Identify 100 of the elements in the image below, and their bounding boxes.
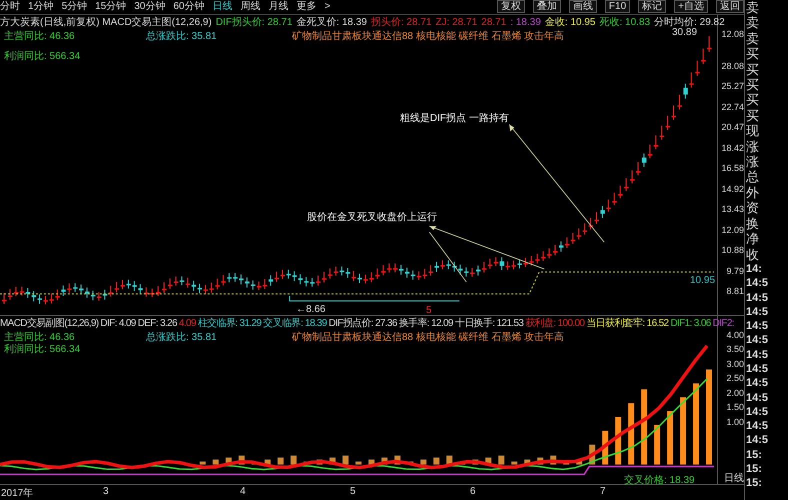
period-tab[interactable]: 15分钟 xyxy=(95,0,126,13)
indicator-readout: DIF: 4.09 xyxy=(100,318,136,330)
quote-label: 买 xyxy=(746,108,760,124)
trade-time: 15: xyxy=(746,476,763,491)
period-label: 日线 xyxy=(724,473,744,484)
axis-label: 13.43 xyxy=(721,204,744,216)
indicator-readout: 当日获利套牢: 16.52 xyxy=(586,318,668,330)
period-tab[interactable]: 60分钟 xyxy=(173,0,204,13)
trade-time: 14:5 xyxy=(746,419,770,434)
toolbar-button[interactable]: 复权 xyxy=(496,0,525,14)
period-tab[interactable]: 5分钟 xyxy=(62,0,88,13)
axis-label: 2.00 xyxy=(726,388,744,399)
period-tab[interactable]: 日线 xyxy=(212,0,232,13)
axis-label: 14.92 xyxy=(721,184,744,195)
indicator-readout: 死收: 10.83 xyxy=(600,16,650,29)
trade-time: 14:5 xyxy=(746,319,770,334)
axis-label: 12.09 xyxy=(721,224,744,236)
axis-label: 4.00 xyxy=(726,330,744,341)
period-tab[interactable]: 1分钟 xyxy=(28,0,54,13)
indicator-readout: ZJ: 28.71 xyxy=(436,16,478,29)
axis-label: 3.00 xyxy=(726,358,744,370)
info-text: 矿物制品甘肃板块通达信88 核电核能 碳纤维 石墨烯 攻击年高 xyxy=(292,332,564,344)
trade-time: 14:5 xyxy=(746,390,770,405)
cross-price-label: 交叉价格: 18.39 xyxy=(624,474,695,487)
trade-time: 14: xyxy=(746,262,763,276)
period-tab[interactable]: 月线 xyxy=(268,0,288,13)
indicator-readout: 获利盘: 100.00 xyxy=(525,318,584,330)
axis-label: 12.08 xyxy=(721,28,744,40)
trade-time: 14:5 xyxy=(746,404,770,420)
trade-time: 15: xyxy=(746,448,763,462)
quote-label: 换 xyxy=(746,216,760,232)
axis-label: 3.50 xyxy=(726,344,744,356)
quote-label: 买 xyxy=(746,92,760,108)
axis-label: 28.08 xyxy=(721,60,744,72)
quote-label: 净 xyxy=(746,231,760,246)
trade-time: 14:5 xyxy=(746,348,770,362)
axis-label: 18.42 xyxy=(721,142,744,154)
quote-label: 卖 xyxy=(746,0,760,16)
axis-label: 1.00 xyxy=(726,416,744,428)
info-text: 总涨跌比: 35.81 xyxy=(146,30,218,43)
period-tab[interactable]: 30分钟 xyxy=(134,0,166,13)
indicator-readout: : 18.39 xyxy=(510,16,541,29)
date-label: 3 xyxy=(103,486,109,498)
indicator-readout: DEF: 3.26 xyxy=(138,318,177,330)
trade-time: 15: xyxy=(746,462,763,476)
more-arrow[interactable]: > xyxy=(324,0,330,13)
annotation-text: 粗线是DIF拐点 一路持有 xyxy=(400,112,509,125)
quote-label: 涨 xyxy=(746,138,760,154)
quote-label: 现 xyxy=(746,123,760,139)
chart-title: 方大炭素(日线,前复权) MACD交易主图(12,26,9) xyxy=(0,16,212,29)
period-tab[interactable]: 周线 xyxy=(240,0,260,13)
toolbar-button[interactable]: F10 xyxy=(604,0,630,14)
period-tab[interactable]: 分时 xyxy=(0,0,20,13)
toolbar-button[interactable]: 标记 xyxy=(638,0,666,14)
date-label: 6 xyxy=(470,486,476,498)
indicator-readout: 28.71 xyxy=(481,16,506,29)
info-text: 利润同比: 566.34 xyxy=(3,344,82,356)
axis-label: 1.50 xyxy=(726,402,744,414)
trade-time: 14:5 xyxy=(746,290,770,305)
axis-label: 20.47 xyxy=(721,122,744,134)
info-text: 矿物制品甘肃板块通达信88 核电核能 碳纤维 石墨烯 攻击年高 xyxy=(292,30,564,43)
indicator-readout: 拐头价: 28.71 xyxy=(370,16,432,29)
trade-time: 14:5 xyxy=(746,433,770,448)
trade-time: 14:5 xyxy=(746,333,770,348)
signal-marker: 5 xyxy=(426,304,432,316)
quote-label: 卖 xyxy=(746,15,760,31)
indicator-readout: 交叉临界: 18.39 xyxy=(263,318,327,330)
quote-label: 收 xyxy=(746,246,760,262)
info-text: 主营同比: 46.36 xyxy=(3,30,76,43)
axis-label: 22.74 xyxy=(721,102,744,113)
axis-label: 10.88 xyxy=(721,245,744,256)
toolbar-button[interactable]: +自选 xyxy=(674,0,708,14)
indicator-readout: 金收: 10.95 xyxy=(544,16,596,29)
axis-label: 8.81 xyxy=(726,286,744,298)
trade-time: 14:5 xyxy=(746,276,770,290)
info-text: 总涨跌比: 35.81 xyxy=(146,332,218,344)
indicator-readout: 金死叉价: 18.39 xyxy=(296,16,367,29)
toolbar-button[interactable]: 叠加 xyxy=(532,0,561,14)
indicator-readout: 十日换手: 121.53 xyxy=(454,318,524,330)
toolbar-button[interactable]: 画线 xyxy=(568,0,597,14)
axis-label: 9.79 xyxy=(726,266,744,277)
chart-title: MACD交易副图(12,26,9) xyxy=(0,318,98,330)
info-text: 利润同比: 566.34 xyxy=(3,50,82,63)
axis-label: 25.27 xyxy=(721,81,744,92)
date-label: 5 xyxy=(350,486,356,498)
period-tab[interactable]: 更多 xyxy=(296,0,316,13)
indicator-readout: 换手率: 12.09 xyxy=(398,318,453,330)
axis-label: 2.50 xyxy=(726,373,744,384)
indicator-readout: DIF1: 3.06 xyxy=(670,318,711,330)
indicator-readout: 4.09 xyxy=(178,318,196,330)
low-price-label: ←8.66 xyxy=(296,304,326,315)
date-label: 7 xyxy=(600,486,606,498)
trade-time: 14:5 xyxy=(746,362,770,376)
quote-label: 卖 xyxy=(746,30,760,46)
indicator-readout: 柱交临界: 31.29 xyxy=(198,318,262,330)
toolbar-button[interactable]: 返回 xyxy=(716,0,744,14)
indicator-readout: DIF拐头价: 28.71 xyxy=(216,16,292,29)
indicator-readout: DIF拐点价: 27.36 xyxy=(328,318,397,330)
level-label: 10.95 xyxy=(690,274,716,286)
high-price-label: 30.89 xyxy=(672,26,698,38)
